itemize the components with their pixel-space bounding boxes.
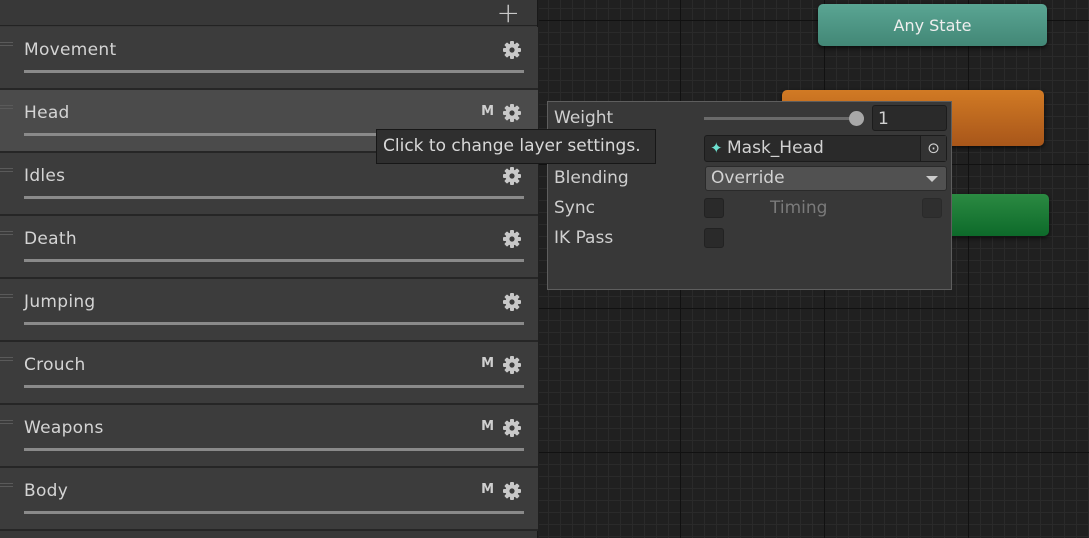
timing-label: Timing	[770, 198, 828, 218]
layer-row-body[interactable]: Body M	[0, 468, 538, 531]
tooltip: Click to change layer settings.	[376, 129, 656, 164]
weight-field[interactable]: 1	[872, 105, 947, 131]
layer-row-movement[interactable]: Movement	[0, 27, 538, 90]
chevron-down-icon	[926, 176, 938, 182]
layer-row-jumping[interactable]: Jumping	[0, 279, 538, 342]
sync-label: Sync	[554, 198, 595, 218]
layer-name: Jumping	[24, 292, 96, 312]
layer-weight-bar	[24, 448, 524, 451]
layer-name: Death	[24, 229, 77, 249]
drag-handle-icon[interactable]	[0, 483, 13, 487]
gear-icon[interactable]	[502, 481, 522, 501]
timing-checkbox[interactable]	[922, 198, 942, 218]
layer-weight-bar	[24, 385, 524, 388]
object-picker-icon[interactable]: ⊙	[920, 136, 946, 161]
plus-icon[interactable]: +	[497, 0, 520, 29]
layer-name: Weapons	[24, 418, 104, 438]
gear-icon[interactable]	[502, 40, 522, 60]
gear-icon[interactable]	[502, 103, 522, 123]
gear-icon[interactable]	[502, 418, 522, 438]
layer-row-crouch[interactable]: Crouch M	[0, 342, 538, 405]
drag-handle-icon[interactable]	[0, 294, 13, 298]
layer-name: Body	[24, 481, 69, 501]
ik-pass-checkbox[interactable]	[704, 228, 724, 248]
avatar-mask-icon: ✦	[710, 139, 723, 157]
drag-handle-icon[interactable]	[0, 231, 13, 235]
sync-checkbox[interactable]	[704, 198, 724, 218]
drag-handle-icon[interactable]	[0, 168, 13, 172]
layer-weight-bar	[24, 322, 524, 325]
mask-badge: M	[481, 356, 494, 371]
layer-row-death[interactable]: Death	[0, 216, 538, 279]
layer-row-weapons[interactable]: Weapons M	[0, 405, 538, 468]
layer-name: Idles	[24, 166, 66, 186]
mask-field[interactable]: ✦ Mask_Head ⊙	[704, 135, 947, 162]
layer-weight-bar	[24, 511, 524, 514]
drag-handle-icon[interactable]	[0, 420, 13, 424]
blending-dropdown[interactable]: Override	[705, 166, 947, 191]
layer-name: Head	[24, 103, 70, 123]
weight-slider[interactable]	[704, 117, 864, 120]
drag-handle-icon[interactable]	[0, 357, 13, 361]
mask-badge: M	[481, 419, 494, 434]
layers-toolbar: +	[0, 0, 537, 29]
layer-name: Movement	[24, 40, 117, 60]
blending-label: Blending	[554, 168, 629, 188]
layer-weight-bar	[24, 196, 524, 199]
ik-pass-label: IK Pass	[554, 228, 614, 248]
gear-icon[interactable]	[502, 355, 522, 375]
drag-handle-icon[interactable]	[0, 42, 13, 46]
layer-weight-bar	[24, 259, 524, 262]
any-state-node[interactable]: Any State	[818, 4, 1047, 46]
drag-handle-icon[interactable]	[0, 105, 13, 109]
gear-icon[interactable]	[502, 292, 522, 312]
mask-badge: M	[481, 482, 494, 497]
mask-badge: M	[481, 104, 494, 119]
weight-label: Weight	[554, 108, 614, 128]
gear-icon[interactable]	[502, 229, 522, 249]
layer-name: Crouch	[24, 355, 86, 375]
layers-panel: + Movement Head M Idles Death Jumping Cr…	[0, 0, 538, 538]
layer-weight-bar	[24, 70, 524, 73]
weight-slider-thumb[interactable]	[849, 111, 864, 126]
gear-icon[interactable]	[502, 166, 522, 186]
